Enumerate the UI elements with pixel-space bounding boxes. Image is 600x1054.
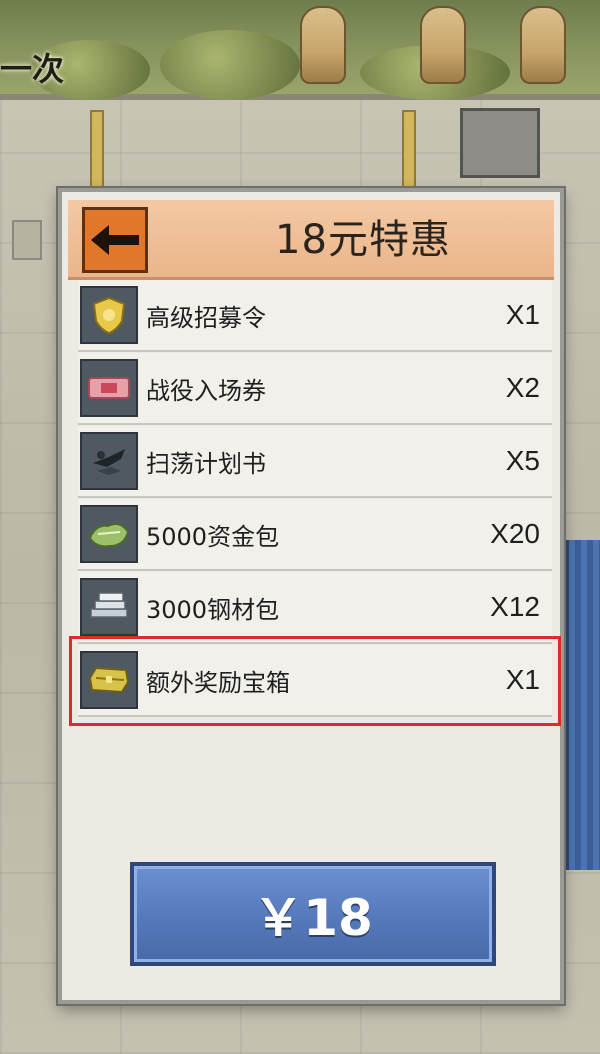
background-machine: [460, 108, 540, 178]
list-item: 扫荡计划书 X5: [78, 426, 552, 498]
reward-list: 高级招募令 X1 战役入场券 X2 扫荡计划书 X5 5000资金包 X20 3…: [69, 280, 561, 726]
list-item: 5000资金包 X20: [78, 499, 552, 571]
purchase-button[interactable]: ￥18: [130, 862, 496, 966]
offer-dialog: 18元特惠 高级招募令 X1 战役入场券 X2 扫荡计划书 X5 5000资金包…: [58, 188, 564, 1004]
price-label: ￥18: [253, 889, 373, 947]
list-item-highlighted: 额外奖励宝箱 X1: [69, 636, 561, 726]
item-name: 额外奖励宝箱: [146, 668, 290, 697]
item-quantity: X1: [505, 299, 540, 330]
item-name: 高级招募令: [146, 303, 266, 332]
item-quantity: X5: [505, 445, 540, 476]
item-name: 5000资金包: [146, 522, 280, 551]
soldier-figure: [520, 6, 566, 84]
list-item: 3000钢材包 X12: [78, 572, 552, 644]
shield-badge-icon: [80, 286, 138, 344]
aircraft-icon: [80, 432, 138, 490]
left-arrow-icon: [91, 225, 139, 255]
list-item: 高级招募令 X1: [78, 280, 552, 352]
item-quantity: X1: [505, 664, 540, 695]
item-quantity: X2: [505, 372, 540, 403]
ticket-icon: [80, 359, 138, 417]
item-quantity: X12: [490, 591, 540, 622]
back-button[interactable]: [82, 207, 148, 273]
blue-container: [566, 540, 600, 870]
item-name: 扫荡计划书: [146, 449, 266, 478]
soldier-figure: [300, 6, 346, 84]
dialog-header: 18元特惠: [68, 200, 554, 280]
background-text: 一次: [0, 50, 65, 88]
treasure-chest-icon: [80, 651, 138, 709]
item-quantity: X20: [490, 518, 540, 549]
item-name: 战役入场券: [146, 376, 266, 405]
list-item: 战役入场券 X2: [78, 353, 552, 425]
dialog-title: 18元特惠: [275, 217, 451, 263]
money-pack-icon: [80, 505, 138, 563]
steel-bars-icon: [80, 578, 138, 636]
background-battlefield: 一次: [0, 0, 600, 100]
item-name: 3000钢材包: [146, 595, 280, 624]
soldier-figure: [420, 6, 466, 84]
